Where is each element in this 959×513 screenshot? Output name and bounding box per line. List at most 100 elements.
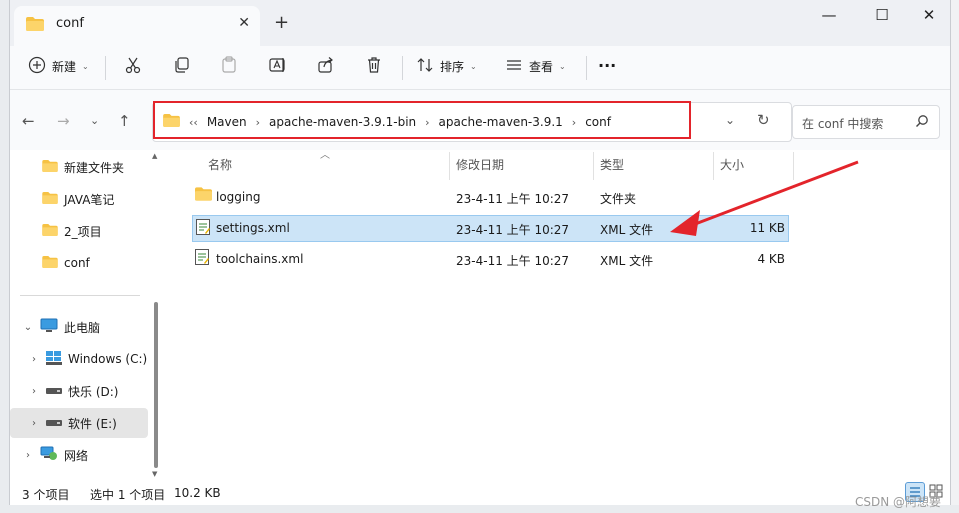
column-header-date[interactable]: 修改日期	[456, 156, 504, 173]
column-header-name[interactable]: 名称	[208, 156, 232, 173]
chevron-down-icon: ⌄	[470, 62, 477, 71]
close-tab-button[interactable]: ✕	[238, 15, 250, 31]
column-divider[interactable]	[593, 152, 594, 180]
sidebar-item-this-pc[interactable]: ⌄ 此电脑	[10, 312, 148, 342]
file-type: 文件夹	[600, 192, 637, 206]
rename-icon	[269, 56, 287, 77]
toolbar-divider	[586, 56, 587, 80]
cut-button[interactable]	[124, 56, 142, 77]
file-date: 23-4-11 上午 10:27	[456, 223, 570, 237]
file-type: XML 文件	[600, 254, 654, 268]
sidebar-item-conf[interactable]: conf	[10, 248, 148, 278]
command-bar: 新建 ⌄ 排序 ⌄ 查看 ⌄ ···	[10, 46, 950, 90]
chevron-right-icon[interactable]: ›	[256, 116, 260, 129]
scrollbar-thumb[interactable]	[154, 302, 158, 468]
up-arrow-icon[interactable]: ↑	[118, 112, 131, 130]
chevron-right-icon[interactable]: ›	[572, 116, 576, 129]
breadcrumb-item-bin[interactable]: apache-maven-3.9.1-bin	[269, 115, 416, 129]
folder-icon	[42, 255, 58, 271]
chevron-down-icon[interactable]: ⌄	[20, 322, 36, 333]
back-arrow-icon[interactable]: ←	[22, 112, 35, 130]
column-divider[interactable]	[793, 152, 794, 180]
chevron-down-icon: ⌄	[82, 62, 89, 71]
column-header-type[interactable]: 类型	[600, 156, 624, 173]
sort-button[interactable]: 排序 ⌄	[416, 56, 477, 77]
selection-count: 选中 1 个项目	[90, 488, 166, 502]
folder-icon	[163, 114, 180, 130]
file-size: 11 KB	[749, 221, 785, 235]
column-header-size[interactable]: 大小	[720, 156, 744, 173]
toolbar-divider	[402, 56, 403, 80]
close-window-button[interactable]: ✕	[906, 6, 952, 24]
breadcrumb-overflow[interactable]: ‹‹	[189, 116, 198, 129]
chevron-right-icon[interactable]: ›	[26, 386, 42, 397]
search-input[interactable]: 在 conf 中搜索	[792, 105, 940, 139]
maximize-button[interactable]: ☐	[859, 6, 905, 24]
share-button[interactable]	[317, 56, 335, 77]
address-dropdown-icon[interactable]: ⌄	[725, 113, 735, 127]
search-icon[interactable]	[915, 114, 929, 131]
sidebar-item-drive-e[interactable]: › 软件 (E:)	[10, 408, 148, 438]
windows-drive-icon	[46, 350, 62, 368]
sidebar-item-label: 软件 (E:)	[68, 416, 117, 431]
rename-button[interactable]	[269, 56, 287, 77]
breadcrumb-item-maven[interactable]: Maven	[207, 115, 247, 129]
xml-file-icon	[196, 219, 211, 239]
sort-label: 排序	[440, 60, 465, 74]
scroll-down-icon[interactable]: ▼	[152, 470, 157, 478]
sidebar-item-label: Windows (C:)	[68, 352, 148, 366]
status-bar: 3 个项目 选中 1 个项目 10.2 KB	[10, 480, 950, 505]
file-list: ︿ 名称 修改日期 类型 大小 logging 23-4-11 上午 10:27…	[170, 150, 950, 480]
sidebar-scrollbar[interactable]: ▲ ▼	[151, 152, 161, 478]
table-row[interactable]: logging 23-4-11 上午 10:27 文件夹	[192, 184, 789, 211]
tab-conf[interactable]: conf ✕	[14, 6, 260, 46]
sidebar-item-network[interactable]: › 网络	[10, 440, 148, 470]
sidebar-item-drive-c[interactable]: › Windows (C:)	[10, 344, 148, 374]
sidebar-item-label: JAVA笔记	[64, 192, 115, 207]
table-row[interactable]: toolchains.xml 23-4-11 上午 10:27 XML 文件 4…	[192, 246, 789, 273]
sidebar-item-label: 2_项目	[64, 224, 102, 239]
chevron-right-icon[interactable]: ›	[26, 354, 42, 365]
address-bar[interactable]: ‹‹ Maven › apache-maven-3.9.1-bin › apac…	[152, 101, 792, 142]
plus-circle-icon	[28, 56, 46, 77]
more-options-button[interactable]: ···	[598, 56, 616, 75]
forward-arrow-icon[interactable]: →	[57, 112, 70, 130]
view-button[interactable]: 查看 ⌄	[505, 56, 566, 77]
network-icon	[40, 446, 58, 464]
sidebar-item-drive-d[interactable]: › 快乐 (D:)	[10, 376, 148, 406]
copy-button[interactable]	[173, 56, 191, 77]
sidebar-item-label: conf	[64, 256, 90, 270]
sidebar-item-projects[interactable]: 2_项目	[10, 216, 148, 246]
breadcrumb-item-conf[interactable]: conf	[585, 115, 611, 129]
chevron-right-icon[interactable]: ›	[425, 116, 429, 129]
table-row[interactable]: settings.xml 23-4-11 上午 10:27 XML 文件 11 …	[192, 215, 789, 242]
paste-button[interactable]	[220, 56, 238, 77]
search-placeholder: 在 conf 中搜索	[802, 117, 884, 131]
column-divider[interactable]	[449, 152, 450, 180]
folder-icon	[42, 159, 58, 175]
clipboard-icon	[220, 56, 238, 77]
folder-icon	[26, 17, 44, 34]
breadcrumb-item-maven-version[interactable]: apache-maven-3.9.1	[439, 115, 563, 129]
scroll-up-icon[interactable]: ▲	[152, 152, 157, 160]
sidebar-item-label: 新建文件夹	[64, 160, 125, 175]
sidebar-item-new-folder[interactable]: 新建文件夹	[10, 152, 148, 182]
file-explorer-window: conf ✕ + — ☐ ✕ 新建 ⌄ 排序 ⌄ 查看 ⌄ ··· ← → ⌄ …	[9, 0, 951, 505]
recent-locations-icon[interactable]: ⌄	[90, 114, 99, 127]
new-tab-button[interactable]: +	[274, 12, 289, 33]
sidebar-item-java-notes[interactable]: JAVA笔记	[10, 184, 148, 214]
file-size: 4 KB	[757, 252, 785, 266]
toolbar-divider	[105, 56, 106, 80]
watermark: CSDN @阿想要	[854, 495, 941, 509]
folder-icon	[195, 187, 212, 204]
file-name: toolchains.xml	[216, 252, 304, 266]
delete-button[interactable]	[365, 56, 383, 77]
chevron-right-icon[interactable]: ›	[20, 450, 36, 461]
file-type: XML 文件	[600, 223, 654, 237]
minimize-button[interactable]: —	[806, 6, 852, 24]
refresh-icon[interactable]: ↻	[757, 111, 770, 129]
share-icon	[317, 56, 335, 77]
chevron-right-icon[interactable]: ›	[26, 418, 42, 429]
column-divider[interactable]	[713, 152, 714, 180]
new-button[interactable]: 新建 ⌄	[28, 56, 89, 77]
